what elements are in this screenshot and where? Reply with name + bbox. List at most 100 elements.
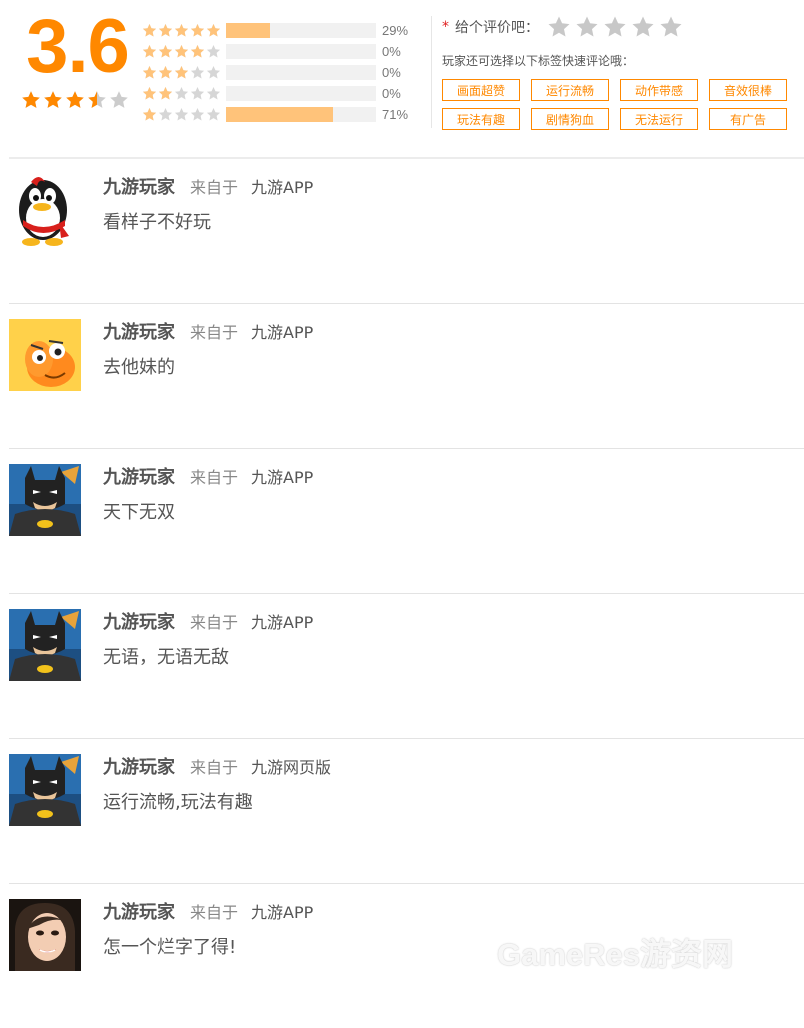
star-icon <box>158 23 173 38</box>
rating-input-stars[interactable] <box>547 15 683 39</box>
average-star-rating <box>20 90 135 110</box>
tag-hint: 玩家还可选择以下标签快速评论哦： <box>442 54 635 68</box>
from-label: 来自于 <box>190 613 239 632</box>
star-icon <box>142 107 157 122</box>
from-label: 来自于 <box>190 323 239 342</box>
distribution-row: 71% <box>142 104 422 125</box>
penguin-avatar[interactable] <box>9 174 81 246</box>
distribution-row: 0% <box>142 41 422 62</box>
comment-meta: 九游玩家 来自于 九游网页版 <box>103 753 331 779</box>
comment-meta: 九游玩家 来自于 九游APP <box>103 608 313 634</box>
distribution-bar-fill <box>226 107 333 122</box>
comment-source: 九游网页版 <box>251 758 332 777</box>
tag-button[interactable]: 剧情狗血 <box>531 108 609 130</box>
comment-text: 运行流畅,玩法有趣 <box>103 792 253 813</box>
batman-avatar[interactable] <box>9 609 81 681</box>
comment-item: 九游玩家 来自于 九游APP 无语，无语无敌 <box>9 593 804 738</box>
rate-star-icon[interactable] <box>603 15 627 39</box>
rate-panel: * 给个评价吧： 玩家还可选择以下标签快速评论哦： 画面超赞 运行流畅 动作带感… <box>442 12 794 130</box>
star-icon <box>190 65 205 80</box>
row-star-rating <box>142 23 224 38</box>
distribution-row: 0% <box>142 83 422 104</box>
user-name[interactable]: 九游玩家 <box>103 463 175 489</box>
star-icon <box>142 44 157 59</box>
tag-button[interactable]: 运行流畅 <box>531 79 609 101</box>
comment-source: 九游APP <box>251 613 314 632</box>
distribution-bar <box>226 86 376 101</box>
tag-button[interactable]: 动作带感 <box>620 79 698 101</box>
batman-avatar[interactable] <box>9 464 81 536</box>
comment-source: 九游APP <box>251 323 314 342</box>
star-icon <box>174 44 189 59</box>
cartoon-face-avatar[interactable] <box>9 319 81 391</box>
row-star-rating <box>142 65 224 80</box>
star-icon <box>87 90 107 110</box>
distribution-percent: 0% <box>382 86 401 101</box>
star-icon <box>142 65 157 80</box>
comment-text: 怎一个烂字了得! <box>103 937 237 958</box>
star-icon <box>190 23 205 38</box>
user-name[interactable]: 九游玩家 <box>103 753 175 779</box>
quick-tags: 画面超赞 运行流畅 动作带感 音效很棒 玩法有趣 剧情狗血 无法运行 有广告 <box>442 79 794 130</box>
batman-avatar[interactable] <box>9 754 81 826</box>
user-name[interactable]: 九游玩家 <box>103 318 175 344</box>
star-icon <box>142 86 157 101</box>
distribution-percent: 71% <box>382 107 409 122</box>
from-label: 来自于 <box>190 178 239 197</box>
user-name[interactable]: 九游玩家 <box>103 173 175 199</box>
comment-source: 九游APP <box>251 468 314 487</box>
row-star-rating <box>142 86 224 101</box>
comment-meta: 九游玩家 来自于 九游APP <box>103 173 313 199</box>
tag-button[interactable]: 画面超赞 <box>442 79 520 101</box>
divider <box>431 16 432 128</box>
star-icon <box>65 90 85 110</box>
user-name[interactable]: 九游玩家 <box>103 608 175 634</box>
star-icon <box>206 107 221 122</box>
comment-text: 去他妹的 <box>103 357 175 378</box>
star-icon <box>206 23 221 38</box>
comment-item: 九游玩家 来自于 九游APP 天下无双 <box>9 448 804 593</box>
star-icon <box>190 44 205 59</box>
from-label: 来自于 <box>190 903 239 922</box>
star-icon <box>158 107 173 122</box>
star-icon <box>206 86 221 101</box>
tag-button[interactable]: 有广告 <box>709 108 787 130</box>
rate-prompt-row: * 给个评价吧： <box>442 12 794 42</box>
rate-star-icon[interactable] <box>547 15 571 39</box>
distribution-percent: 29% <box>382 23 409 38</box>
star-icon <box>21 90 41 110</box>
comment-text: 看样子不好玩 <box>103 212 211 233</box>
comment-item: 九游玩家 来自于 九游APP 看样子不好玩 <box>9 157 804 303</box>
star-icon <box>158 86 173 101</box>
from-label: 来自于 <box>190 758 239 777</box>
distribution-row: 0% <box>142 62 422 83</box>
star-icon <box>190 107 205 122</box>
distribution-percent: 0% <box>382 44 401 59</box>
row-star-rating <box>142 44 224 59</box>
star-icon <box>109 90 129 110</box>
tag-button[interactable]: 无法运行 <box>620 108 698 130</box>
rate-star-icon[interactable] <box>631 15 655 39</box>
comment-meta: 九游玩家 来自于 九游APP <box>103 463 313 489</box>
star-icon <box>206 65 221 80</box>
star-icon <box>174 65 189 80</box>
tag-button[interactable]: 玩法有趣 <box>442 108 520 130</box>
star-icon <box>174 23 189 38</box>
watermark: GameRes游资网 <box>497 937 734 972</box>
comment-item: 九游玩家 来自于 九游APP 去他妹的 <box>9 303 804 448</box>
comment-source: 九游APP <box>251 178 314 197</box>
rate-star-icon[interactable] <box>659 15 683 39</box>
distribution-bar <box>226 65 376 80</box>
star-icon <box>158 65 173 80</box>
tag-button[interactable]: 音效很棒 <box>709 79 787 101</box>
distribution-bar <box>226 107 376 122</box>
star-icon <box>174 107 189 122</box>
comment-source: 九游APP <box>251 903 314 922</box>
user-name[interactable]: 九游玩家 <box>103 898 175 924</box>
woman-photo-avatar[interactable] <box>9 899 81 971</box>
average-score: 3.6 <box>26 4 130 89</box>
distribution-bar-fill <box>226 23 270 38</box>
distribution-bar <box>226 44 376 59</box>
star-icon <box>174 86 189 101</box>
rate-star-icon[interactable] <box>575 15 599 39</box>
